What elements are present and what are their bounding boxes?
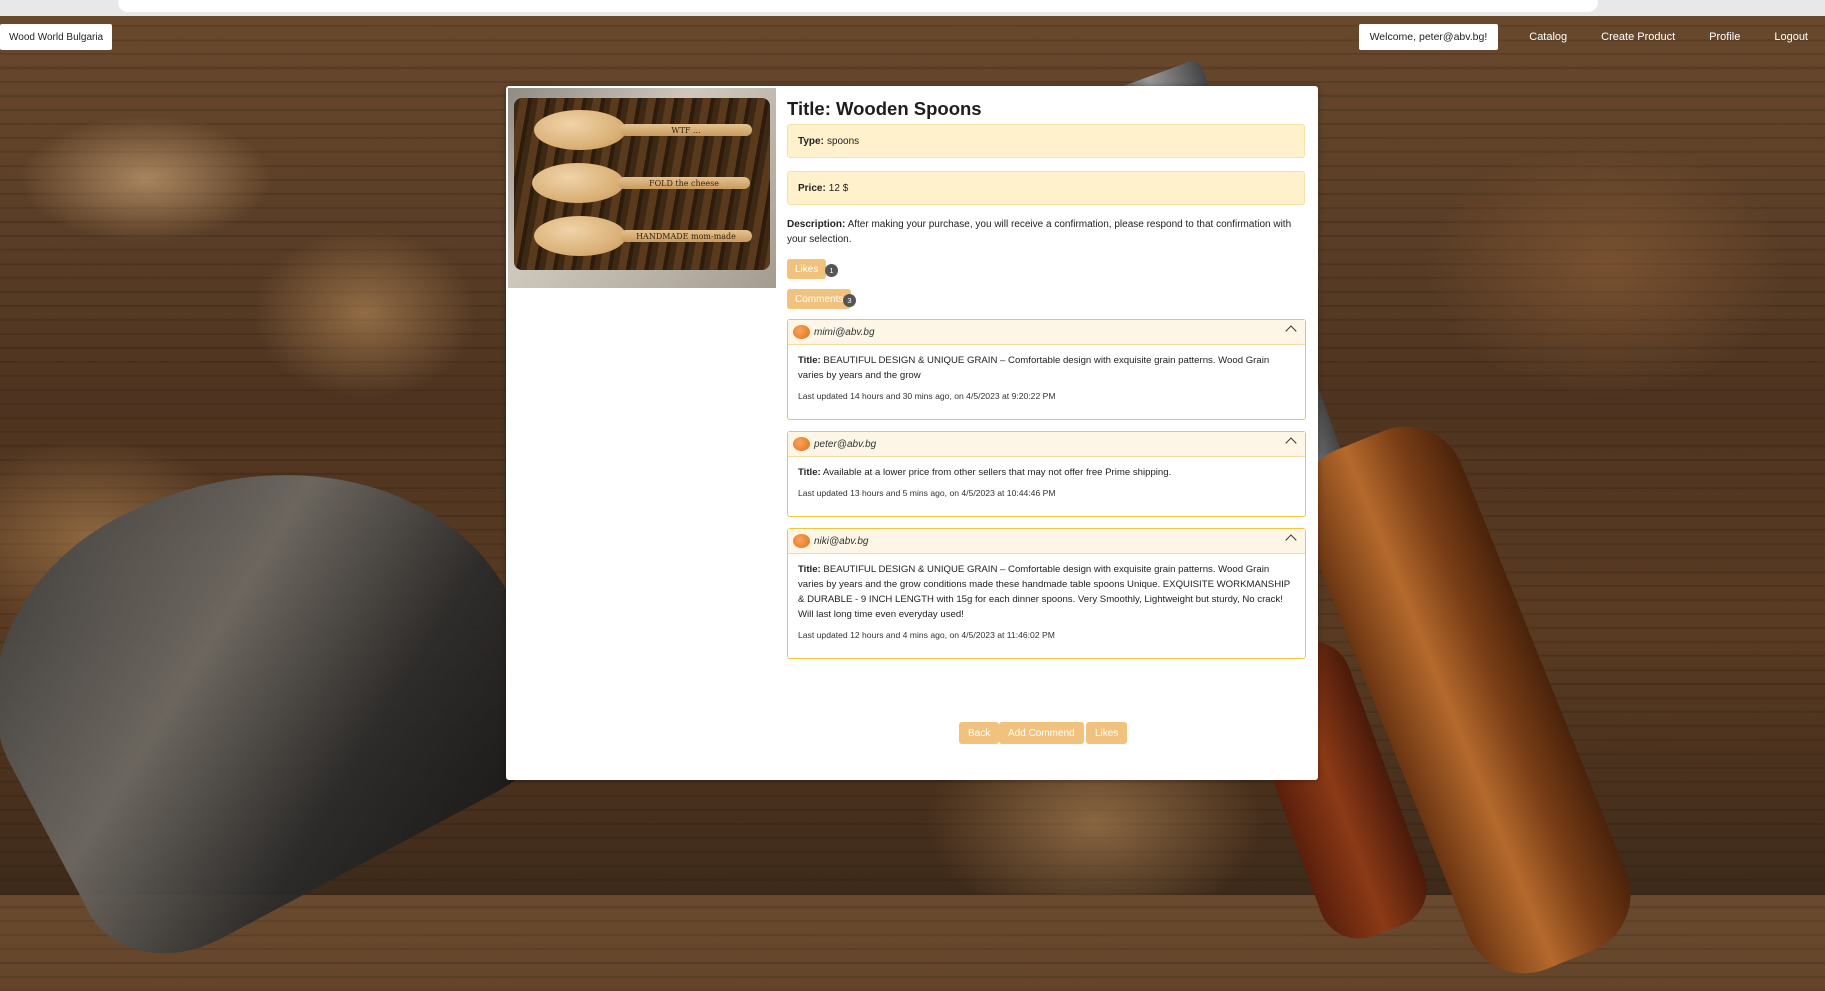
comment-text: BEAUTIFUL DESIGN & UNIQUE GRAIN – Comfor…	[798, 564, 1291, 620]
likes-label: Likes	[795, 263, 819, 275]
price-label: Price:	[798, 182, 826, 194]
comment-header[interactable]: niki@abv.bg	[788, 529, 1305, 554]
comment-card: niki@abv.bg Title: BEAUTIFUL DESIGN & UN…	[787, 528, 1306, 659]
type-value: spoons	[826, 135, 860, 147]
comment-title-label: Title:	[798, 564, 821, 575]
chevron-up-icon[interactable]	[1285, 325, 1297, 337]
comment-title-label: Title:	[798, 467, 821, 478]
likes-action-button[interactable]: Likes	[1086, 722, 1128, 744]
description: Description: After making your purchase,…	[787, 217, 1307, 247]
type-label: Type:	[798, 135, 824, 147]
likes-button[interactable]: Likes	[787, 259, 827, 279]
nav-create-product[interactable]: Create Product	[1584, 31, 1692, 43]
comment-author: niki@abv.bg	[814, 535, 869, 547]
description-label: Description:	[787, 219, 846, 230]
comment-header[interactable]: peter@abv.bg	[788, 432, 1305, 457]
comment-updated: Last updated 13 hours and 5 mins ago, on…	[798, 488, 1056, 498]
product-image: WTF ... FOLD the cheese HANDMADE mom-mad…	[508, 88, 776, 288]
comment-card: peter@abv.bg Title: Available at a lower…	[787, 431, 1306, 517]
comment-body: Title: BEAUTIFUL DESIGN & UNIQUE GRAIN –…	[788, 345, 1305, 383]
comment-body: Title: BEAUTIFUL DESIGN & UNIQUE GRAIN –…	[788, 554, 1305, 622]
nav-links: Welcome, peter@abv.bg! Catalog Create Pr…	[1358, 22, 1825, 52]
browser-toolbar	[0, 0, 1825, 16]
comment-body: Title: Available at a lower price from o…	[788, 457, 1305, 480]
spoon-2: FOLD the cheese	[522, 163, 752, 203]
type-box: Type: spoons	[787, 124, 1305, 158]
likes-count-badge: 1	[825, 264, 838, 277]
comments-label: Comments	[795, 293, 844, 305]
avatar	[793, 325, 810, 339]
nav-catalog[interactable]: Catalog	[1512, 31, 1584, 43]
price-box: Price: 12 $	[787, 171, 1305, 205]
avatar	[793, 437, 810, 451]
chevron-up-icon[interactable]	[1285, 534, 1297, 546]
comments-count-badge: 3	[843, 294, 856, 307]
welcome-message: Welcome, peter@abv.bg!	[1358, 24, 1499, 50]
price-value: 12 $	[828, 182, 849, 194]
nav-logout[interactable]: Logout	[1757, 31, 1825, 43]
spoon-engraving-3: HANDMADE mom-made	[620, 230, 752, 242]
spoon-engraving-1: WTF ...	[620, 124, 752, 136]
comment-author: peter@abv.bg	[814, 438, 877, 450]
comment-text: BEAUTIFUL DESIGN & UNIQUE GRAIN – Comfor…	[798, 355, 1270, 381]
description-text: After making your purchase, you will rec…	[787, 219, 1292, 245]
comment-header[interactable]: mimi@abv.bg	[788, 320, 1305, 345]
brand-link[interactable]: Wood World Bulgaria	[0, 24, 113, 50]
comments-button[interactable]: Comments	[787, 289, 852, 309]
product-details-card: WTF ... FOLD the cheese HANDMADE mom-mad…	[506, 86, 1318, 780]
add-comment-button[interactable]: Add Commend	[999, 722, 1084, 744]
product-title: Title: Wooden Spoons	[787, 98, 982, 119]
address-bar[interactable]	[118, 0, 1598, 12]
cutting-board: WTF ... FOLD the cheese HANDMADE mom-mad…	[514, 98, 770, 270]
avatar	[793, 534, 810, 548]
comment-text: Available at a lower price from other se…	[822, 467, 1172, 478]
comment-card: mimi@abv.bg Title: BEAUTIFUL DESIGN & UN…	[787, 319, 1306, 420]
comment-updated: Last updated 12 hours and 4 mins ago, on…	[798, 630, 1055, 640]
spoon-1: WTF ...	[524, 110, 754, 150]
comment-title-label: Title:	[798, 355, 821, 366]
back-button[interactable]: Back	[959, 722, 1000, 744]
nav-profile[interactable]: Profile	[1692, 31, 1757, 43]
spoon-3: HANDMADE mom-made	[524, 216, 754, 256]
comment-updated: Last updated 14 hours and 30 mins ago, o…	[798, 391, 1056, 401]
spoon-engraving-2: FOLD the cheese	[618, 177, 750, 189]
comment-author: mimi@abv.bg	[814, 326, 875, 338]
background-hand-plane	[0, 372, 589, 988]
navbar: Wood World Bulgaria Welcome, peter@abv.b…	[0, 16, 1825, 56]
chevron-up-icon[interactable]	[1285, 437, 1297, 449]
